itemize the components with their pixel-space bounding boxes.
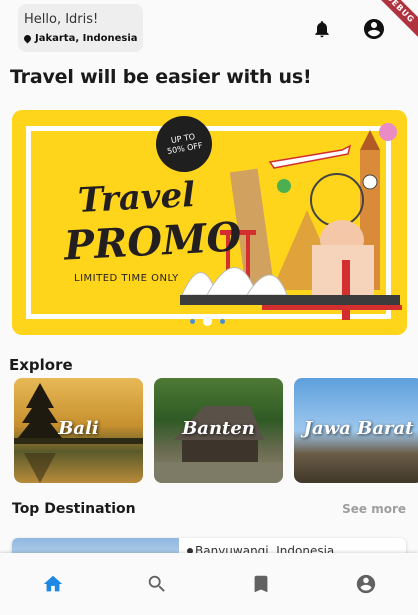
page-headline: Travel will be easier with us! (10, 66, 312, 88)
promo-banner[interactable]: UP TO 50% OFF Travel PROMO LIMITED TIME O… (12, 110, 407, 335)
nav-home[interactable] (41, 572, 65, 596)
greeting-text: Hello, Idris! (24, 12, 99, 27)
nav-search[interactable] (145, 572, 169, 596)
explore-card-bali[interactable]: Bali (14, 378, 143, 483)
carousel-indicator (190, 317, 225, 326)
explore-card-banten[interactable]: Banten (154, 378, 283, 483)
account-icon (356, 574, 376, 594)
greeting-card: Hello, Idris! Jakarta, Indonesia (18, 4, 143, 52)
carousel-dot[interactable] (190, 319, 195, 324)
promo-title-line-1: Travel (77, 174, 197, 222)
location-label: Jakarta, Indonesia (22, 33, 138, 44)
location-pin-icon (22, 33, 33, 44)
explore-list: Bali Banten Jawa Barat (14, 378, 418, 483)
nav-bookmark[interactable] (249, 572, 273, 596)
profile-button[interactable] (361, 16, 387, 42)
explore-card-label: Bali (58, 418, 99, 439)
promo-subtitle: LIMITED TIME ONLY (74, 273, 179, 284)
search-icon (148, 575, 165, 592)
carousel-dot-active[interactable] (203, 317, 212, 326)
explore-card-label: Jawa Barat (303, 418, 414, 439)
bookmark-icon (254, 575, 268, 593)
promo-title-line-2: PROMO (62, 213, 243, 270)
explore-card-label: Banten (182, 418, 255, 439)
home-icon (43, 575, 63, 592)
explore-card-jawa-barat[interactable]: Jawa Barat (294, 378, 418, 483)
account-circle-icon (364, 19, 384, 39)
explore-title: Explore (9, 356, 73, 374)
bottom-navigation (0, 553, 418, 615)
carousel-dot[interactable] (220, 319, 225, 324)
top-destination-title: Top Destination (12, 501, 136, 517)
nav-account[interactable] (354, 572, 378, 596)
see-more-link[interactable]: See more (342, 502, 406, 516)
bell-icon (315, 21, 329, 38)
notification-button[interactable] (309, 16, 335, 42)
location-text: Jakarta, Indonesia (35, 33, 138, 44)
